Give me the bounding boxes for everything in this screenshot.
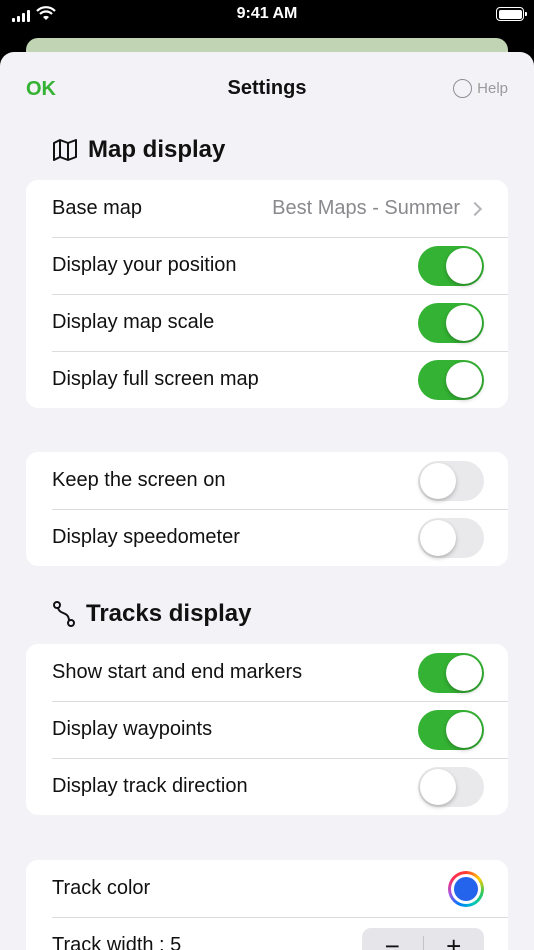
display-position-row: Display your position: [26, 237, 508, 294]
track-direction-label: Display track direction: [52, 775, 248, 797]
nav-bar: OK Settings Help: [0, 52, 534, 124]
display-full-screen-label: Display full screen map: [52, 368, 259, 390]
start-end-markers-label: Show start and end markers: [52, 661, 303, 683]
display-position-toggle[interactable]: [418, 245, 484, 286]
display-position-label: Display your position: [52, 254, 237, 276]
track-width-row: Track width : 5 − +: [26, 917, 508, 950]
map-display-title: Map display: [88, 136, 226, 163]
tracks-display-header: Tracks display: [52, 600, 251, 628]
base-map-row[interactable]: Base map Best Maps - Summer: [26, 180, 508, 237]
display-speedometer-label: Display speedometer: [52, 526, 240, 548]
help-button[interactable]: Help: [453, 79, 508, 98]
battery-icon: [496, 7, 527, 21]
chevron-right-icon: [467, 201, 483, 216]
keep-screen-on-label: Keep the screen on: [52, 469, 226, 491]
display-map-scale-label: Display map scale: [52, 311, 215, 333]
track-color-picker[interactable]: [448, 870, 484, 907]
track-color-label: Track color: [52, 877, 151, 899]
increment-button[interactable]: +: [424, 928, 485, 950]
track-style-group: Track color Track width : 5 − +: [26, 860, 508, 950]
decrement-button[interactable]: −: [362, 928, 423, 950]
display-waypoints-toggle[interactable]: [418, 709, 484, 750]
display-map-scale-toggle[interactable]: [418, 302, 484, 343]
status-bar: 9:41 AM: [0, 0, 534, 30]
track-color-row: Track color: [26, 860, 508, 917]
display-full-screen-toggle[interactable]: [418, 359, 484, 400]
track-direction-row: Display track direction: [26, 758, 508, 815]
tracks-display-title: Tracks display: [86, 600, 252, 627]
display-waypoints-label: Display waypoints: [52, 718, 213, 740]
status-time: 9:41 AM: [236, 5, 298, 22]
keep-screen-on-row: Keep the screen on: [26, 452, 508, 509]
route-icon: [53, 601, 75, 627]
base-map-label: Base map: [52, 197, 143, 219]
base-map-value: Best Maps - Summer: [272, 197, 460, 219]
display-speedometer-toggle[interactable]: [418, 517, 484, 558]
tracks-display-group: Show start and end markers Display waypo…: [26, 644, 508, 815]
keep-screen-on-toggle[interactable]: [418, 460, 484, 501]
display-full-screen-row: Display full screen map: [26, 351, 508, 408]
display-map-scale-row: Display map scale: [26, 294, 508, 351]
track-direction-toggle[interactable]: [418, 766, 484, 807]
display-speedometer-row: Display speedometer: [26, 509, 508, 566]
map-display-header: Map display: [52, 136, 225, 164]
display-waypoints-row: Display waypoints: [26, 701, 508, 758]
track-width-stepper[interactable]: − +: [362, 927, 485, 950]
start-end-markers-toggle[interactable]: [418, 652, 484, 693]
settings-sheet: OK Settings Help Map display Base map Be…: [0, 52, 534, 950]
start-end-markers-row: Show start and end markers: [26, 644, 508, 701]
map-display-group: Base map Best Maps - Summer Display your…: [26, 180, 508, 408]
map-icon: [53, 139, 77, 161]
help-circle-icon: [453, 79, 473, 98]
track-width-label: Track width : 5: [52, 934, 182, 950]
screen-group: Keep the screen on Display speedometer: [26, 452, 508, 566]
help-label: Help: [477, 80, 508, 97]
